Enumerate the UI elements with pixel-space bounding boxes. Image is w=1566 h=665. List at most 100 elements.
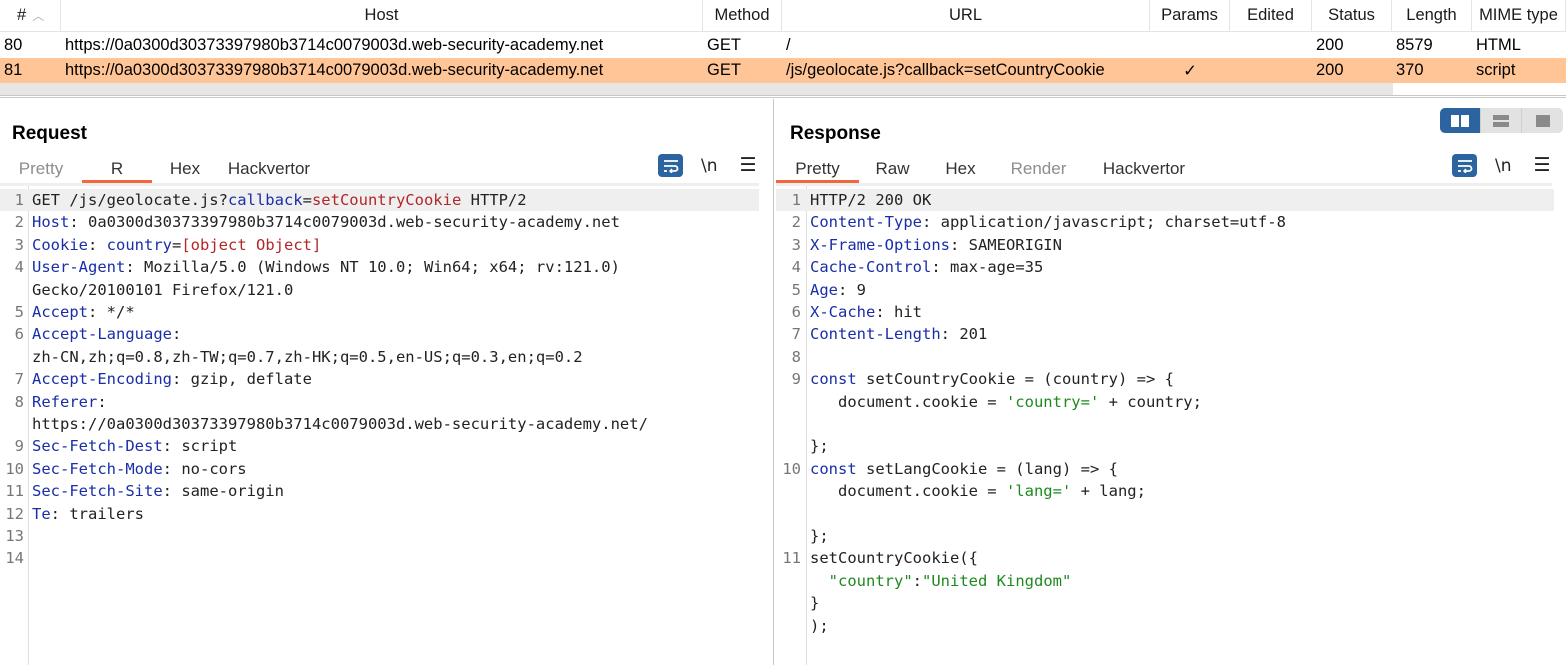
code-text: Accept: */* (32, 301, 135, 323)
cell-mime-type: script (1476, 61, 1516, 79)
request-pane: Request Pretty R Hex Hackvertor \n ☰ 1 GE… (0, 99, 773, 665)
split-horizontal-icon[interactable] (1440, 108, 1481, 133)
line-number: 4 (791, 258, 801, 277)
tab-raw[interactable]: R (82, 155, 152, 183)
line-number: 2 (791, 213, 801, 232)
scrollbar-thumb[interactable] (0, 83, 1393, 95)
column-header-edited[interactable]: Edited (1230, 0, 1312, 31)
token-text: : Mozilla/5.0 (Windows NT 10.0; Win64; x… (125, 258, 620, 277)
column-header-method[interactable]: Method (703, 0, 782, 31)
code-line: https://0a0300d30373397980b3714c0079003d… (0, 413, 773, 435)
tab-hex[interactable]: Hex (152, 155, 218, 183)
layout-toggle (1440, 108, 1563, 133)
cell-length: 8579 (1396, 36, 1433, 54)
response-title: Response (790, 123, 881, 144)
code-line: document.cookie = 'country=' + country; (776, 391, 1566, 413)
token-text: : max-age=35 (931, 258, 1044, 277)
token-key: Age (810, 280, 838, 299)
token-text: HTTP/2 200 OK (810, 191, 932, 209)
horizontal-scrollbar[interactable] (0, 83, 1566, 95)
column-header-mime-type[interactable]: MIME type (1472, 0, 1566, 31)
menu-icon[interactable]: ☰ (1534, 154, 1551, 177)
code-line: 4 Cache-Control: max-age=35 (776, 256, 1566, 278)
tab-hackvertor[interactable]: Hackvertor (1082, 155, 1206, 183)
tab-pretty[interactable]: Pretty (776, 155, 859, 183)
line-number: 5 (14, 303, 24, 321)
line-number: 7 (791, 325, 801, 344)
token-key: X-Frame-Options (810, 235, 950, 254)
token-key: Accept (32, 303, 88, 321)
column-header-status[interactable]: Status (1312, 0, 1392, 31)
column-header-number[interactable]: # ︿ (0, 0, 61, 31)
tab-render[interactable]: Render (995, 155, 1082, 183)
token-text: : no-cors (162, 459, 247, 478)
line-number: 3 (14, 235, 24, 254)
wrap-lines-icon[interactable] (1452, 154, 1477, 177)
tab-hex[interactable]: Hex (926, 155, 995, 183)
code-text: Content-Length: 201 (810, 323, 987, 345)
token-text: : (171, 325, 182, 344)
column-header-params[interactable]: Params (1150, 0, 1230, 31)
code-line: 11 setCountryCookie({ (776, 547, 1566, 569)
token-text: : 0a0300d30373397980b3714c0079003d.web-s… (69, 213, 620, 232)
token-text: document.cookie = (810, 392, 1006, 411)
cell-edited (1230, 58, 1312, 83)
code-line: 5 Accept: */* (0, 301, 773, 323)
token-key: Host (32, 213, 70, 232)
token-text: = (302, 191, 312, 209)
token-key: Sec-Fetch-Mode (32, 459, 163, 478)
token-text: zh-CN,zh;q=0.8,zh-TW;q=0.7,zh-HK;q=0.5,e… (32, 347, 583, 366)
token-text: : script (162, 437, 238, 456)
show-newlines-icon[interactable]: \n (1495, 156, 1512, 176)
splitter-horizontal[interactable] (0, 95, 1566, 98)
menu-icon[interactable]: ☰ (740, 154, 757, 177)
token-string: 'lang=' (1005, 482, 1072, 501)
code-text: X-Frame-Options: SAMEORIGIN (810, 234, 1062, 256)
token-string: "United Kingdom" (922, 571, 1072, 590)
table-row[interactable]: 80 https://0a0300d30373397980b3714c00790… (0, 33, 1566, 58)
response-pane: Response Pretty Raw Hex Render Hackverto… (776, 99, 1566, 665)
request-editor[interactable]: 1 GET /js/geolocate.js?callback=setCountr… (0, 186, 773, 665)
tab-pretty[interactable]: Pretty (0, 155, 82, 183)
wrap-lines-icon[interactable] (658, 154, 683, 177)
response-editor[interactable]: 1 HTTP/2 200 OK 2 Content-Type: application… (776, 186, 1566, 665)
code-text: Gecko/20100101 Firefox/121.0 (32, 279, 293, 301)
code-text: HTTP/2 200 OK (810, 189, 931, 211)
token-key: country (106, 235, 172, 254)
column-header-host[interactable]: Host (61, 0, 703, 31)
token-text: setCountryCookie({ (810, 549, 978, 568)
code-text: Te: trailers (32, 503, 144, 525)
response-tabs: Pretty Raw Hex Render Hackvertor (776, 155, 1206, 183)
table-row-selected[interactable]: 81 https://0a0300d30373397980b3714c00790… (0, 58, 1566, 83)
line-number: 1 (14, 191, 24, 209)
params-check-icon: ✓ (1183, 61, 1197, 80)
column-header-length[interactable]: Length (1392, 0, 1472, 31)
token-text: Gecko/20100101 Firefox/121.0 (32, 280, 294, 299)
single-pane-icon[interactable] (1522, 108, 1563, 133)
cell-url: / (786, 36, 791, 54)
token-text: : (88, 235, 107, 254)
line-number: 11 (782, 549, 801, 568)
split-vertical-icon[interactable] (1481, 108, 1522, 133)
token-text: setLangCookie = (lang) => { (856, 459, 1118, 478)
token-key: Sec-Fetch-Site (32, 482, 163, 501)
code-line: 14 (0, 547, 773, 569)
code-text: }; (810, 435, 829, 457)
token-text: : same-origin (162, 482, 284, 501)
column-header-url[interactable]: URL (782, 0, 1150, 31)
tab-raw[interactable]: Raw (859, 155, 926, 183)
code-text: Sec-Fetch-Dest: script (32, 435, 237, 457)
show-newlines-icon[interactable]: \n (701, 156, 718, 176)
line-number: 9 (791, 370, 801, 389)
code-line: 7 Accept-Encoding: gzip, deflate (0, 368, 773, 390)
cell-status: 200 (1316, 61, 1344, 79)
token-text: : (912, 571, 922, 590)
tab-hackvertor[interactable]: Hackvertor (218, 155, 320, 183)
token-key: User-Agent (32, 258, 126, 277)
code-line: 1 HTTP/2 200 OK (776, 189, 1554, 212)
token-key: Accept-Encoding (32, 370, 172, 389)
code-text: setCountryCookie({ (810, 547, 978, 569)
token-text: : SAMEORIGIN (949, 235, 1062, 254)
token-text: : trailers (50, 504, 144, 523)
code-line: 13 (0, 525, 773, 547)
